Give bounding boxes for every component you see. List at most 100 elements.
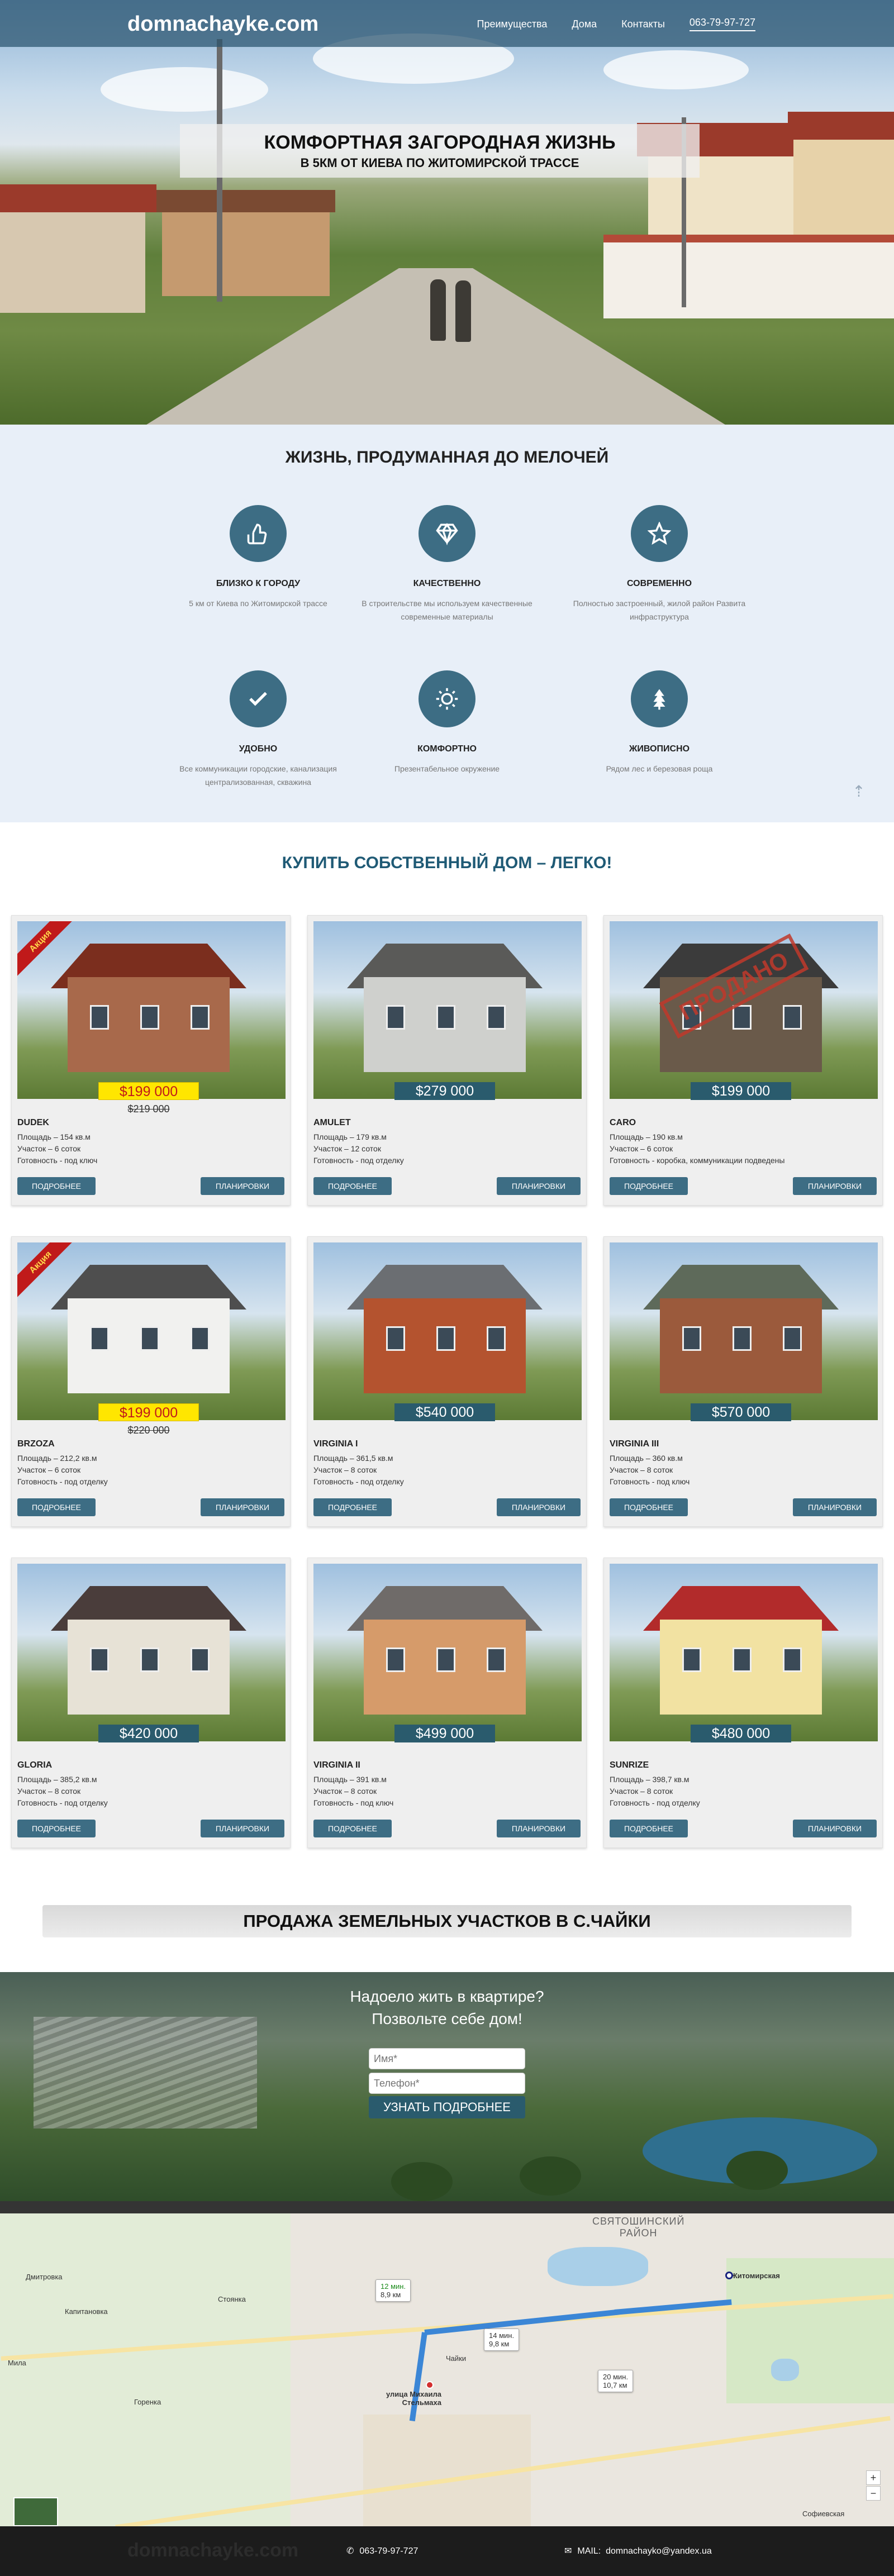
site-logo[interactable]: domnachayke.com	[127, 12, 318, 36]
plans-button[interactable]: ПЛАНИРОВКИ	[497, 1177, 581, 1195]
house-card: $499 000 VIRGINIA II Площадь – 391 кв.м …	[307, 1558, 587, 1848]
house-plot: Участок – 6 соток	[610, 1144, 673, 1153]
house-photo[interactable]: ПРОДАНО	[610, 921, 878, 1099]
house-name: CARO	[610, 1118, 636, 1127]
map-place-label: Стоянка	[218, 2295, 246, 2303]
house-area: Площадь – 179 кв.м	[313, 1132, 387, 1141]
route-dist: 8,9 км	[381, 2291, 401, 2299]
bush	[726, 2151, 788, 2190]
zoom-in-button[interactable]: +	[866, 2470, 881, 2485]
house-window	[487, 1005, 506, 1030]
envelope-icon: ✉	[564, 2546, 572, 2556]
map-area	[726, 2258, 894, 2403]
house-photo[interactable]	[313, 1242, 582, 1420]
plans-button[interactable]: ПЛАНИРОВКИ	[793, 1820, 877, 1837]
feature-title: БЛИЗКО К ГОРОДУ	[216, 579, 301, 588]
house-photo[interactable]	[610, 1564, 878, 1741]
map-area	[0, 2213, 291, 2526]
zoom-out-button[interactable]: −	[866, 2486, 881, 2501]
feature-title: СОВРЕМЕННО	[626, 579, 692, 588]
house-photo[interactable]: Акция	[17, 921, 286, 1099]
more-button[interactable]: ПОДРОБНЕЕ	[17, 1820, 96, 1837]
map[interactable]: СВЯТОШИНСКИЙ РАЙОН Житомирская улица Мих…	[0, 2213, 894, 2526]
more-button[interactable]: ПОДРОБНЕЕ	[610, 1820, 688, 1837]
feature-title: КАЧЕСТВЕННО	[413, 579, 481, 588]
house-window	[386, 1648, 405, 1672]
fence	[603, 235, 894, 318]
plans-button[interactable]: ПЛАНИРОВКИ	[201, 1820, 284, 1837]
feature-title: УДОБНО	[239, 744, 278, 754]
more-button[interactable]: ПОДРОБНЕЕ	[17, 1498, 96, 1516]
house-window	[436, 1326, 455, 1351]
house-name: VIRGINIA I	[313, 1439, 358, 1449]
more-button[interactable]: ПОДРОБНЕЕ	[313, 1177, 392, 1195]
more-button[interactable]: ПОДРОБНЕЕ	[313, 1820, 392, 1837]
feature-title: КОМФОРТНО	[417, 744, 477, 754]
feature-desc: В строительстве мы используем качественн…	[362, 599, 532, 621]
divider	[0, 2201, 894, 2213]
diamond-icon	[419, 505, 475, 562]
house-photo[interactable]	[17, 1564, 286, 1741]
feature-desc: Все коммуникации городские, канализация …	[179, 764, 337, 787]
feature-desc: Презентабельное окружение	[394, 764, 500, 773]
house-plot: Участок – 8 соток	[610, 1465, 673, 1474]
roof	[156, 190, 335, 212]
nav-advantages[interactable]: Преимущества	[477, 18, 548, 30]
house-window	[140, 1005, 159, 1030]
house-window	[386, 1005, 405, 1030]
house-area: Площадь – 360 кв.м	[610, 1454, 683, 1463]
house-name: AMULET	[313, 1118, 351, 1127]
more-button[interactable]: ПОДРОБНЕЕ	[610, 1177, 688, 1195]
plans-button[interactable]: ПЛАНИРОВКИ	[793, 1498, 877, 1516]
house-window	[487, 1648, 506, 1672]
more-button[interactable]: ПОДРОБНЕЕ	[17, 1177, 96, 1195]
house-price: $499 000	[394, 1725, 495, 1742]
house-specs: Площадь – 154 кв.м Участок – 6 соток Гот…	[17, 1131, 97, 1166]
footer-mail[interactable]: domnachayko@yandex.ua	[606, 2546, 712, 2556]
plans-button[interactable]: ПЛАНИРОВКИ	[497, 1498, 581, 1516]
house-readiness: Готовность - под отделку	[313, 1156, 404, 1165]
house-photo[interactable]	[610, 1242, 878, 1420]
house-window	[140, 1326, 159, 1351]
house-photo[interactable]	[313, 921, 582, 1099]
house-readiness: Готовность - под отделку	[313, 1477, 404, 1486]
feature-desc: Рядом лес и березовая роща	[606, 764, 713, 773]
house-window	[783, 1005, 802, 1030]
name-input[interactable]	[369, 2048, 525, 2069]
footer-phone[interactable]: 063-79-97-727	[359, 2546, 418, 2556]
house-specs: Площадь – 212,2 кв.м Участок – 6 соток Г…	[17, 1453, 108, 1488]
map-origin-pin	[426, 2381, 434, 2389]
satellite-toggle[interactable]	[13, 2497, 58, 2526]
plans-button[interactable]: ПЛАНИРОВКИ	[497, 1820, 581, 1837]
plans-button[interactable]: ПЛАНИРОВКИ	[201, 1498, 284, 1516]
nav-houses[interactable]: Дома	[572, 18, 597, 30]
land-sale-banner[interactable]: ПРОДАЖА ЗЕМЕЛЬНЫХ УЧАСТКОВ В С.ЧАЙКИ	[42, 1905, 852, 1937]
scroll-up-icon[interactable]: ⇡	[850, 782, 867, 804]
plans-button[interactable]: ПЛАНИРОВКИ	[793, 1177, 877, 1195]
more-button[interactable]: ПОДРОБНЕЕ	[610, 1498, 688, 1516]
form-subheading: Позвольте себе дом!	[372, 2010, 522, 2027]
house-name: GLORIA	[17, 1760, 53, 1770]
hero-title: КОМФОРТНАЯ ЗАГОРОДНАЯ ЖИЗНЬ	[264, 132, 616, 153]
house	[793, 134, 894, 251]
house-specs: Площадь – 398,7 кв.м Участок – 8 соток Г…	[610, 1774, 700, 1809]
feature-comfortable: КОМФОРТНО Презентабельное окружение	[352, 670, 542, 775]
house-readiness: Готовность - под ключ	[610, 1477, 690, 1486]
house-photo[interactable]: Акция	[17, 1242, 286, 1420]
house-window	[783, 1648, 802, 1672]
header-phone[interactable]: 063-79-97-727	[689, 17, 755, 31]
plans-button[interactable]: ПЛАНИРОВКИ	[201, 1177, 284, 1195]
submit-button[interactable]: УЗНАТЬ ПОДРОБНЕЕ	[369, 2096, 525, 2118]
house-name: VIRGINIA III	[610, 1439, 659, 1449]
more-button[interactable]: ПОДРОБНЕЕ	[313, 1498, 392, 1516]
house-card: Акция $199 000 $220 000 BRZOZA Площадь –…	[11, 1236, 291, 1527]
phone-input[interactable]	[369, 2073, 525, 2094]
house-plot: Участок – 6 соток	[17, 1465, 81, 1474]
map-origin: улица Михаила Стельмаха	[386, 2390, 441, 2407]
nav-contacts[interactable]: Контакты	[621, 18, 665, 30]
person	[430, 279, 446, 341]
house-window	[140, 1648, 159, 1672]
house-photo[interactable]	[313, 1564, 582, 1741]
house-window	[90, 1005, 109, 1030]
footer-logo: domnachayke.com	[127, 2540, 299, 2561]
